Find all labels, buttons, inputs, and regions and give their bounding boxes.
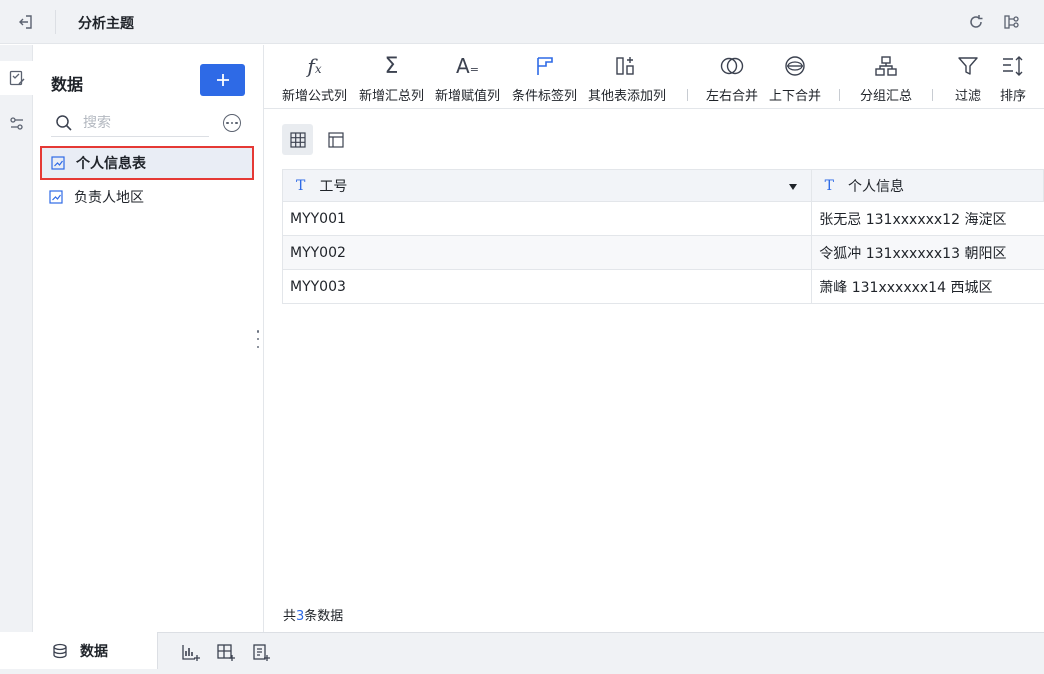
formula-icon: fx <box>307 54 322 78</box>
condition-tag-column-button[interactable]: 条件标签列 <box>512 51 577 107</box>
table-item-label: 负责人地区 <box>74 190 144 206</box>
layout-view-icon[interactable] <box>320 124 351 155</box>
other-table-add-column-button[interactable]: 其他表添加列 <box>588 51 666 107</box>
panel-resize-handle[interactable] <box>256 330 260 348</box>
table-cell[interactable]: 令狐冲 131xxxxxx13 朝阳区 <box>812 236 1044 269</box>
table-row: MYY001 张无忌 131xxxxxx12 海淀区 <box>282 202 1044 236</box>
text-type-icon: T <box>824 177 834 194</box>
refresh-icon[interactable] <box>964 11 988 33</box>
plus-icon <box>216 74 229 86</box>
flag-icon <box>534 51 556 81</box>
column-header[interactable]: T 工号 <box>283 170 812 201</box>
column-header[interactable]: T 个人信息 <box>812 170 1043 201</box>
merge-horizontal-icon <box>719 51 745 81</box>
table-cell[interactable]: MYY002 <box>283 236 813 269</box>
add-chart-icon[interactable] <box>180 642 202 664</box>
text-type-icon: T <box>296 177 306 194</box>
table-chart-icon <box>48 189 64 205</box>
add-column-icon <box>615 51 639 81</box>
column-header-label: 工号 <box>319 178 348 195</box>
topbar-divider <box>55 10 56 34</box>
add-summary-column-button[interactable]: Σ 新增汇总列 <box>359 51 424 107</box>
table-item-label: 个人信息表 <box>76 156 146 172</box>
filter-icon <box>957 51 979 81</box>
merge-vertical-icon <box>784 51 806 81</box>
table-cell[interactable]: 张无忌 131xxxxxx12 海淀区 <box>812 202 1044 235</box>
table-cell[interactable]: MYY003 <box>283 270 813 303</box>
column-header-label: 个人信息 <box>847 178 904 195</box>
assign-icon: A= <box>456 54 479 78</box>
left-rail <box>0 45 33 632</box>
add-report-icon[interactable] <box>250 642 272 664</box>
caret-down-icon[interactable] <box>788 184 797 190</box>
table-header: T 工号 T 个人信息 <box>282 169 1044 202</box>
search-box[interactable] <box>51 109 209 137</box>
merge-horizontal-button[interactable]: 左右合并 <box>706 51 758 107</box>
merge-vertical-button[interactable]: 上下合并 <box>769 51 821 107</box>
table-chart-icon <box>50 155 66 171</box>
data-panel: 数据 个人信息表 负责人地区 <box>33 45 264 632</box>
data-panel-title: 数据 <box>51 75 84 94</box>
search-input[interactable] <box>83 114 203 131</box>
data-table: T 工号 T 个人信息 MYY001 张无忌 131xxxxxx12 海淀区 M… <box>282 169 1044 304</box>
search-icon <box>56 114 72 131</box>
page-title: 分析主题 <box>78 16 134 32</box>
toolbar-separator <box>839 89 840 101</box>
data-edit-icon[interactable] <box>0 61 33 95</box>
grid-view-icon[interactable] <box>282 124 313 155</box>
table-row: MYY002 令狐冲 131xxxxxx13 朝阳区 <box>282 236 1044 270</box>
table-row: MYY003 萧峰 131xxxxxx14 西城区 <box>282 270 1044 304</box>
table-item[interactable]: 负责人地区 <box>40 180 254 214</box>
add-dashboard-icon[interactable] <box>215 642 237 664</box>
sort-icon <box>1001 51 1025 81</box>
table-item-selected[interactable]: 个人信息表 <box>40 146 254 180</box>
database-icon <box>53 643 67 658</box>
sigma-icon: Σ <box>384 53 399 79</box>
group-summary-button[interactable]: 分组汇总 <box>860 51 912 107</box>
filter-settings-icon[interactable] <box>0 107 33 141</box>
sort-button[interactable]: 排序 <box>1000 51 1026 107</box>
exit-icon[interactable] <box>14 11 38 33</box>
row-count: 共3条数据 <box>283 609 344 624</box>
group-icon <box>874 51 898 81</box>
flow-icon[interactable] <box>1000 11 1024 33</box>
add-table-button[interactable] <box>200 64 245 96</box>
view-switcher <box>264 110 1044 162</box>
filter-button[interactable]: 过滤 <box>955 51 981 107</box>
more-icon[interactable] <box>223 114 241 132</box>
bottom-bar: 数据 <box>0 632 1044 674</box>
toolbar-separator <box>687 89 688 101</box>
add-formula-column-button[interactable]: fx 新增公式列 <box>282 51 347 107</box>
operation-toolbar: fx 新增公式列 Σ 新增汇总列 A= 新增赋值列 条件标签列 其他表添加列 左… <box>264 45 1044 109</box>
add-assign-column-button[interactable]: A= 新增赋值列 <box>435 51 500 107</box>
table-cell[interactable]: 萧峰 131xxxxxx14 西城区 <box>812 270 1044 303</box>
table-cell[interactable]: MYY001 <box>283 202 813 235</box>
data-tab[interactable]: 数据 <box>0 632 158 669</box>
top-bar: 分析主题 <box>0 0 1044 44</box>
toolbar-separator <box>932 89 933 101</box>
